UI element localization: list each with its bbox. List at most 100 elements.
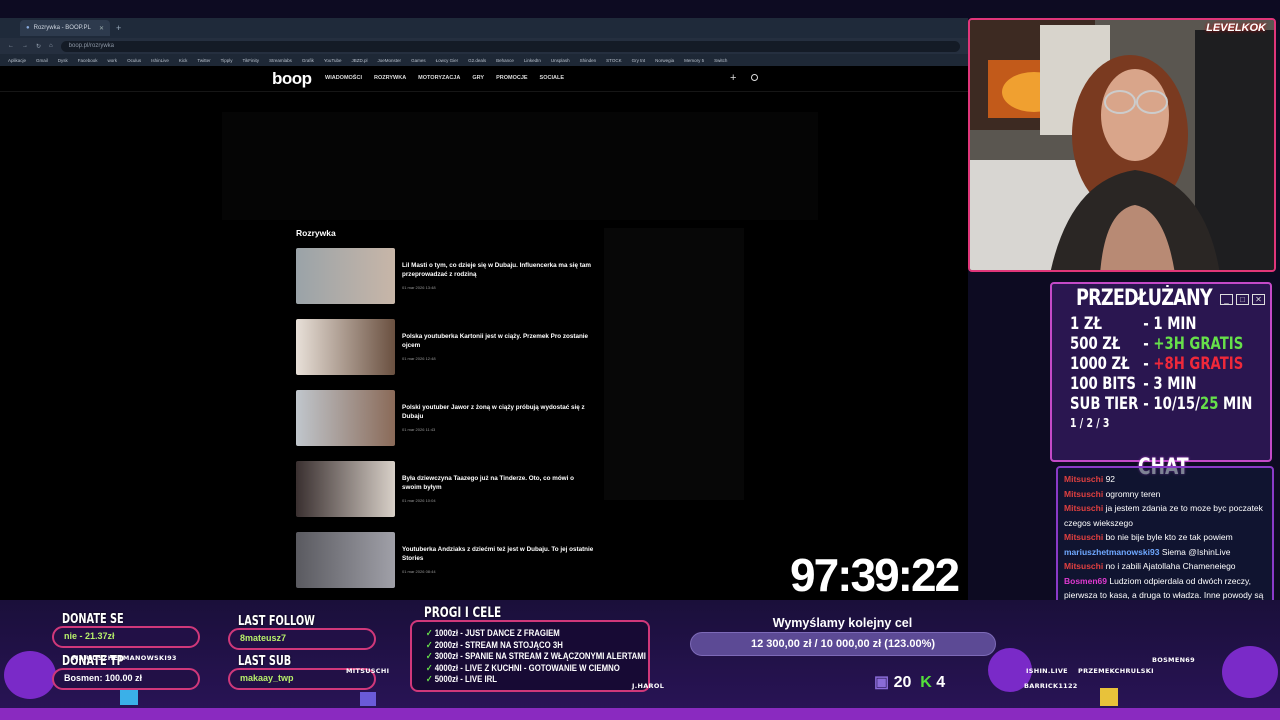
goal-progress-bar: 12 300,00 zł / 10 000,00 zł (123.00%) xyxy=(690,632,996,656)
reload-icon[interactable]: ↻ xyxy=(36,43,41,50)
article-thumbnail[interactable] xyxy=(296,461,395,517)
kick-viewers: 4 xyxy=(936,674,946,691)
plus-icon[interactable]: + xyxy=(730,72,736,84)
article-item[interactable]: Polski youtuber Jawor z żoną w ciąży pró… xyxy=(296,390,596,446)
tab-title: Rozrywka - BOOP.PL xyxy=(33,25,91,31)
article-title[interactable]: Lil Masti o tym, co dzieje się w Dubaju.… xyxy=(402,261,594,279)
extend-panel: PRZEDŁUŻANY _ □ ✕ 1 ZŁ - 1 MIN 500 ZŁ - +… xyxy=(1050,282,1272,462)
bookmark-item[interactable]: Kick xyxy=(179,58,188,63)
bookmark-item[interactable]: Norwegia xyxy=(655,58,674,63)
bookmark-item[interactable]: STOCK xyxy=(606,58,621,63)
article-item[interactable]: Youtuberka Andziaks z dziećmi też jest w… xyxy=(296,532,596,588)
character-name: BARRICK1122 xyxy=(1024,682,1078,690)
article-title[interactable]: Youtuberka Andziaks z dziećmi też jest w… xyxy=(402,545,594,563)
bookmark-item[interactable]: Games xyxy=(411,58,426,63)
chat-username[interactable]: Mitsuschi xyxy=(1064,532,1103,542)
article-thumbnail[interactable] xyxy=(296,532,395,588)
article-date: 01 mar 2026 13:48 xyxy=(402,285,436,290)
chat-text: no i zabili Ajatollaha Chameneiego xyxy=(1105,561,1236,571)
browser-tab[interactable]: ● Rozrywka - BOOP.PL ✕ xyxy=(20,20,110,36)
article-thumbnail[interactable] xyxy=(296,248,395,304)
chat-username[interactable]: Mitsuschi xyxy=(1064,561,1103,571)
check-icon: ✓ xyxy=(426,651,433,662)
extend-row: 1 ZŁ - 1 MIN xyxy=(1070,314,1197,334)
bookmark-item[interactable]: Oculus xyxy=(127,58,141,63)
bookmark-item[interactable]: G2.deals xyxy=(468,58,486,63)
site-navbar: boop WIADOMOŚCI ROZRYWKA MOTORYZACJA GRY PRO… xyxy=(0,66,968,92)
bookmark-item[interactable]: Shinden xyxy=(580,58,597,63)
bookmark-item[interactable]: Behance xyxy=(496,58,514,63)
chat-message: Mitsuschi no i zabili Ajatollaha Chamene… xyxy=(1064,559,1266,574)
new-tab-icon[interactable]: + xyxy=(116,23,121,33)
close-icon: ✕ xyxy=(1252,294,1265,305)
nav-item-wiadomości[interactable]: WIADOMOŚCI xyxy=(325,75,362,81)
site-logo[interactable]: boop xyxy=(272,69,312,89)
stream-screen: ● Rozrywka - BOOP.PL ✕ + ← → ↻ ⌂ boop.pl… xyxy=(0,0,1280,720)
twitch-viewers: 20 xyxy=(893,674,912,691)
close-tab-icon[interactable]: ✕ xyxy=(99,25,104,32)
chat-username[interactable]: mariuszhetmanowski93 xyxy=(1064,547,1159,557)
kick-icon: K xyxy=(915,674,932,691)
bookmark-item[interactable]: Gry tnt xyxy=(632,58,646,63)
top-donor-name: MARIUSZHETMANOWSKI93 xyxy=(72,654,177,662)
article-item[interactable]: Polska youtuberka Kartonii jest w ciąży.… xyxy=(296,319,596,375)
bookmark-item[interactable]: Gmail xyxy=(36,58,48,63)
chat-text: ogromny teren xyxy=(1105,488,1161,499)
bookmark-item[interactable]: Grafik xyxy=(302,58,314,63)
sub-tiers: 1 / 2 / 3 xyxy=(1070,416,1110,430)
back-icon[interactable]: ← xyxy=(8,43,14,49)
url-field[interactable]: boop.pl/rozrywka xyxy=(60,40,960,52)
bookmark-item[interactable]: IshinLive xyxy=(151,58,169,63)
home-icon[interactable]: ⌂ xyxy=(49,43,53,49)
forward-icon[interactable]: → xyxy=(22,43,28,49)
bookmark-item[interactable]: Switch xyxy=(714,58,727,63)
goal-item: ✓ 2000zł - STREAM NA STOJĄCO 3H xyxy=(426,639,563,651)
nav-item-sociale[interactable]: SOCIALE xyxy=(540,75,564,81)
article-date: 01 mar 2026 08:44 xyxy=(402,569,436,574)
bookmark-item[interactable]: LinkedIn xyxy=(524,58,541,63)
bookmark-item[interactable]: Unsplash xyxy=(551,58,570,63)
article-thumbnail[interactable] xyxy=(296,319,395,375)
chat-text: Siema @IshinLive xyxy=(1161,546,1231,557)
chat-username[interactable]: Mitsuschi xyxy=(1064,503,1103,513)
pixel-ground xyxy=(0,708,1280,720)
bookmark-item[interactable]: Memory 5 xyxy=(684,58,704,63)
minimize-icon: _ xyxy=(1220,294,1233,305)
article-thumbnail[interactable] xyxy=(296,390,395,446)
site-nav-menu: WIADOMOŚCI ROZRYWKA MOTORYZACJA GRY PROMOCJE… xyxy=(325,75,564,81)
tab-favicon-icon: ● xyxy=(26,25,30,31)
chat-message: mariuszhetmanowski93 Siema @IshinLive xyxy=(1064,545,1266,560)
goal-item: ✓ 3000zł - SPANIE NA STREAM Z WŁĄCZONYMI… xyxy=(426,651,646,662)
nav-item-rozrywka[interactable]: ROZRYWKA xyxy=(374,75,406,81)
bookmark-item[interactable]: TikFinity xyxy=(242,58,259,63)
article-item[interactable]: Była dziewczyna Taazego już na Tinderze.… xyxy=(296,461,596,517)
bookmark-item[interactable]: JoeMonster xyxy=(378,58,402,63)
article-title[interactable]: Polski youtuber Jawor z żoną w ciąży pró… xyxy=(402,403,594,421)
nav-item-gry[interactable]: GRY xyxy=(472,75,484,81)
character-name: J.HAROL xyxy=(632,682,665,690)
bookmark-item[interactable]: YouTube xyxy=(324,58,342,63)
nav-item-promocje[interactable]: PROMOCJE xyxy=(496,75,527,81)
bookmark-item[interactable]: Łowcy Gier xyxy=(436,58,459,63)
chat-username[interactable]: Mitsuschi xyxy=(1064,474,1103,484)
article-item[interactable]: Lil Masti o tym, co dzieje się w Dubaju.… xyxy=(296,248,596,304)
address-bar-row: ← → ↻ ⌂ boop.pl/rozrywka xyxy=(0,38,968,54)
bookmark-item[interactable]: Facebook xyxy=(78,58,98,63)
search-icon[interactable] xyxy=(751,74,758,81)
bookmark-item[interactable]: Streamlabs xyxy=(269,58,292,63)
tab-bar: ● Rozrywka - BOOP.PL ✕ + xyxy=(0,18,968,38)
article-title[interactable]: Polska youtuberka Kartonii jest w ciąży.… xyxy=(402,332,594,350)
chat-username[interactable]: Bosmen69 xyxy=(1064,576,1107,586)
bookmark-item[interactable]: Twitter xyxy=(197,58,210,63)
bookmark-item[interactable]: JBZD.pl xyxy=(352,58,368,63)
bookmark-item[interactable]: Aplikacje xyxy=(8,58,26,63)
chat-username[interactable]: Mitsuschi xyxy=(1064,489,1103,499)
article-date: 01 mar 2026 12:48 xyxy=(402,356,436,361)
article-title[interactable]: Była dziewczyna Taazego już na Tinderze.… xyxy=(402,474,594,492)
bookmark-item[interactable]: work xyxy=(108,58,118,63)
maximize-icon: □ xyxy=(1236,294,1249,305)
donate-se-value: nie - 21.37zł xyxy=(52,626,200,648)
nav-item-motoryzacja[interactable]: MOTORYZACJA xyxy=(418,75,460,81)
bookmark-item[interactable]: Dysk xyxy=(58,58,68,63)
bookmark-item[interactable]: Tipply xyxy=(221,58,233,63)
